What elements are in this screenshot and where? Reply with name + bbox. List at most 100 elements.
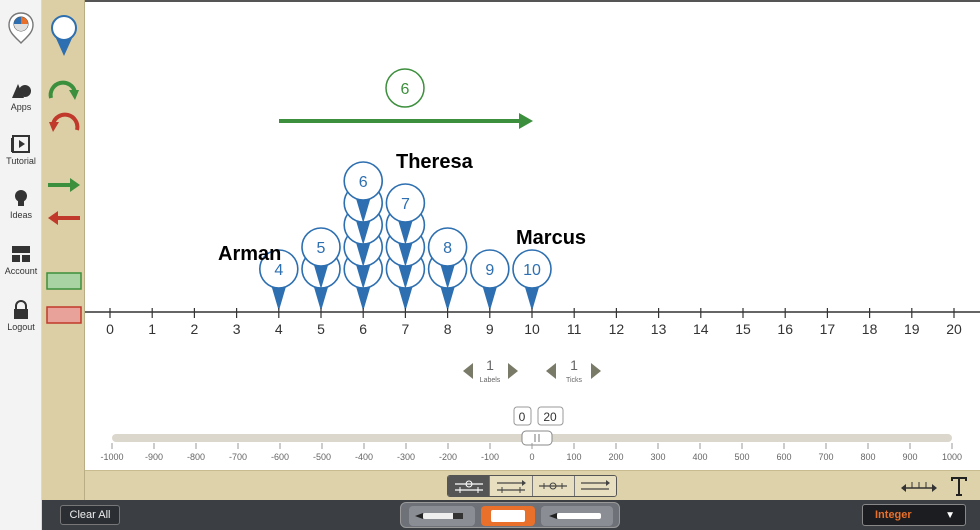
curved-arrow-left-icon [48, 112, 79, 132]
marker-label: 6 [359, 174, 368, 191]
line-type-arrow-labels[interactable] [490, 476, 533, 496]
number-mode-value: Integer [875, 509, 912, 521]
name-label-marcus[interactable]: Marcus [516, 227, 586, 249]
labels-stepper: 1 Labels [463, 357, 518, 384]
nav-ideas[interactable]: Ideas [0, 188, 42, 220]
tool-palette [42, 0, 85, 500]
number-marker[interactable]: 9 [469, 249, 510, 311]
name-label-arman[interactable]: Arman [218, 243, 281, 265]
marker-tool[interactable] [42, 14, 85, 58]
tick-label: 11 [567, 321, 582, 337]
scroll-tick-label: 1000 [942, 452, 962, 462]
jump-arrow-head [519, 113, 533, 129]
ticks-step-value: 1 [570, 357, 578, 373]
lock-icon [14, 300, 28, 319]
jump-backward-tool[interactable] [42, 210, 85, 226]
line-marker-icon [539, 482, 568, 490]
nav-logout[interactable]: Logout [0, 300, 42, 332]
tick-label: 16 [777, 321, 793, 337]
account-grid-icon [12, 246, 30, 262]
tick-label: 19 [904, 321, 920, 337]
jump-arrow[interactable]: 6 [279, 68, 533, 129]
pen-slot[interactable] [409, 506, 475, 526]
red-bar-tool[interactable] [42, 306, 85, 324]
ticks-increase-button[interactable] [591, 363, 601, 379]
name-label-theresa[interactable]: Theresa [396, 151, 474, 173]
scroll-tick-label: -500 [313, 452, 331, 462]
jump-forward-tool[interactable] [42, 177, 85, 193]
tick-label: 7 [402, 321, 410, 337]
tick-label: 0 [106, 321, 114, 337]
scroll-tick-label: -700 [229, 452, 247, 462]
range-scroll-thumb[interactable] [521, 430, 553, 446]
text-tool-icon[interactable] [949, 475, 969, 497]
marker-pen-icon [415, 513, 463, 519]
scroll-tick-label: -1000 [100, 452, 123, 462]
marker-stack[interactable]: 45566666777788910 [259, 161, 552, 311]
number-line-type-group [447, 475, 617, 497]
labels-step-caption: Labels [480, 377, 501, 384]
nav-logout-label: Logout [7, 322, 35, 332]
lightbulb-icon [15, 190, 27, 206]
scroll-tick-label: 700 [818, 452, 833, 462]
number-mode-select[interactable]: Integer ▼ [862, 504, 966, 526]
number-line-type-bar [85, 470, 980, 500]
tick-label: 18 [862, 321, 878, 337]
app-logo-icon[interactable] [8, 12, 34, 44]
eraser-slot[interactable] [481, 506, 535, 526]
line-type-marker[interactable] [532, 476, 575, 496]
marker-label: 5 [317, 240, 326, 257]
clear-all-button[interactable]: Clear All [60, 505, 120, 525]
labels-step-value: 1 [486, 357, 494, 373]
scroll-tick-label: 0 [529, 452, 534, 462]
jump-length-label: 6 [401, 81, 410, 98]
nav-account[interactable]: Account [0, 244, 42, 276]
labels-increase-button[interactable] [508, 363, 518, 379]
tick-label: 5 [317, 321, 325, 337]
tick-label: 9 [486, 321, 494, 337]
scroll-tick-label: 600 [776, 452, 791, 462]
curved-arrow-right-icon [48, 80, 79, 100]
tick-label: 10 [524, 321, 540, 337]
hop-forward-tool[interactable] [42, 78, 85, 102]
left-nav: Apps Tutorial Ideas Account Logout [0, 0, 42, 530]
tick-label: 20 [946, 321, 962, 337]
number-line-drawing[interactable]: 6 45566666777788910 Arman Theresa Marcus… [85, 2, 980, 470]
green-bar-tool[interactable] [42, 272, 85, 290]
hop-backward-tool[interactable] [42, 110, 85, 134]
ticks-decrease-button[interactable] [546, 363, 556, 379]
highlighter-slot[interactable] [541, 506, 613, 526]
ticks-step-caption: Ticks [566, 377, 583, 384]
dropdown-caret-icon: ▼ [945, 510, 955, 521]
ticks-stepper: 1 Ticks [546, 357, 601, 384]
tick-label: 2 [191, 321, 199, 337]
scroll-tick-label: 500 [734, 452, 749, 462]
marker-label: 7 [401, 196, 410, 213]
nav-apps[interactable]: Apps [0, 80, 42, 112]
tick-label: 12 [609, 321, 625, 337]
range-scroll-ticks: -1000 -900 -800 -700 -600 -500 -400 -300 -200 -10… [100, 443, 962, 462]
scroll-tick-label: 100 [566, 452, 581, 462]
scroll-tick-label: 900 [902, 452, 917, 462]
tick-label: 6 [359, 321, 367, 337]
marker-label: 8 [443, 240, 452, 257]
line-type-markers-labels[interactable] [448, 476, 491, 496]
highlighter-icon [549, 513, 601, 519]
range-min-value: 0 [519, 410, 526, 424]
nav-tutorial[interactable]: Tutorial [0, 134, 42, 166]
number-marker[interactable]: 10 [512, 249, 552, 311]
number-line-canvas[interactable]: 6 45566666777788910 Arman Theresa Marcus… [85, 0, 980, 470]
shapes-icon [12, 84, 31, 98]
labels-decrease-button[interactable] [463, 363, 473, 379]
line-with-marker-icon [454, 480, 483, 493]
eraser-icon [491, 510, 525, 522]
tick-marks-icon[interactable] [900, 478, 938, 494]
scroll-tick-label: -900 [145, 452, 163, 462]
scroll-tick-label: -100 [481, 452, 499, 462]
scroll-tick-label: 400 [692, 452, 707, 462]
arrow-left-icon [47, 211, 80, 225]
line-type-arrow[interactable] [574, 476, 616, 496]
play-video-icon [11, 135, 30, 153]
tick-label: 1 [148, 321, 156, 337]
scroll-tick-label: -400 [355, 452, 373, 462]
